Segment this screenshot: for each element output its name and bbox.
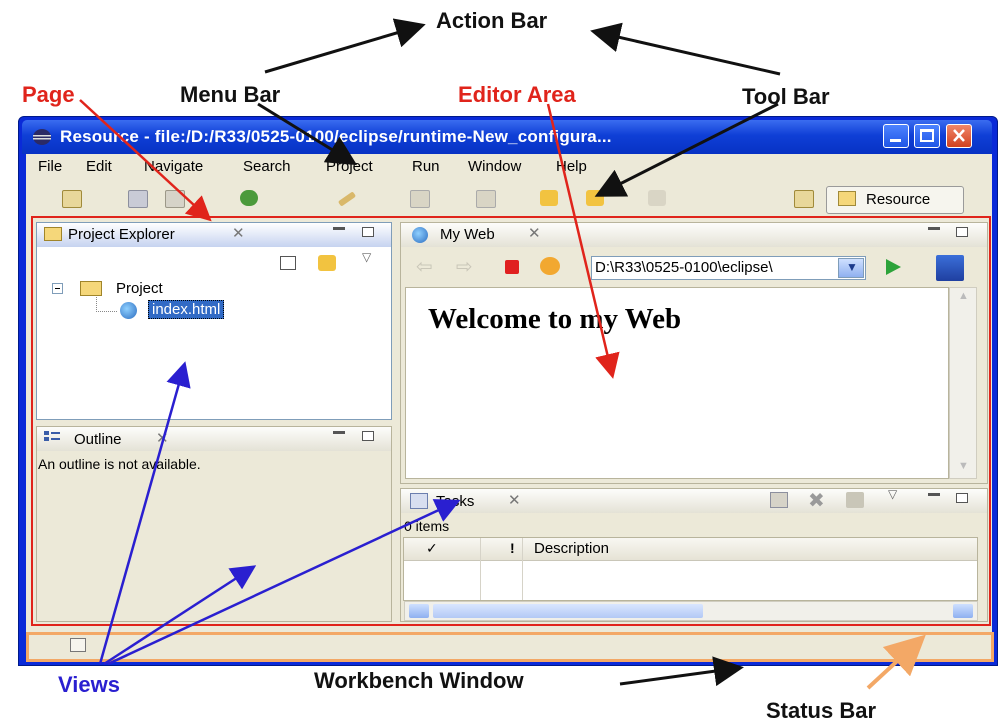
callout-menu-bar: Menu Bar (180, 82, 281, 107)
callout-status-bar: Status Bar (766, 698, 877, 723)
callout-action-bar: Action Bar (436, 8, 548, 33)
callout-page: Page (22, 82, 75, 107)
callout-workbench-window: Workbench Window (314, 668, 524, 693)
arrow-tool-bar (594, 102, 779, 197)
arrow-views-outline (103, 565, 257, 666)
callout-editor-area: Editor Area (458, 82, 576, 107)
arrow-menu-bar (257, 102, 358, 166)
callout-views: Views (58, 672, 120, 697)
arrow-action-bar-left (264, 18, 426, 74)
arrow-action-bar-right (590, 22, 781, 76)
callout-tool-bar: Tool Bar (742, 84, 830, 109)
arrow-views-tasks (107, 499, 461, 666)
callout-arrows (79, 18, 926, 690)
arrow-workbench-window (619, 656, 744, 687)
arrow-editor-area (546, 103, 620, 379)
arrow-page (79, 99, 212, 222)
arrow-status-bar (866, 634, 926, 690)
